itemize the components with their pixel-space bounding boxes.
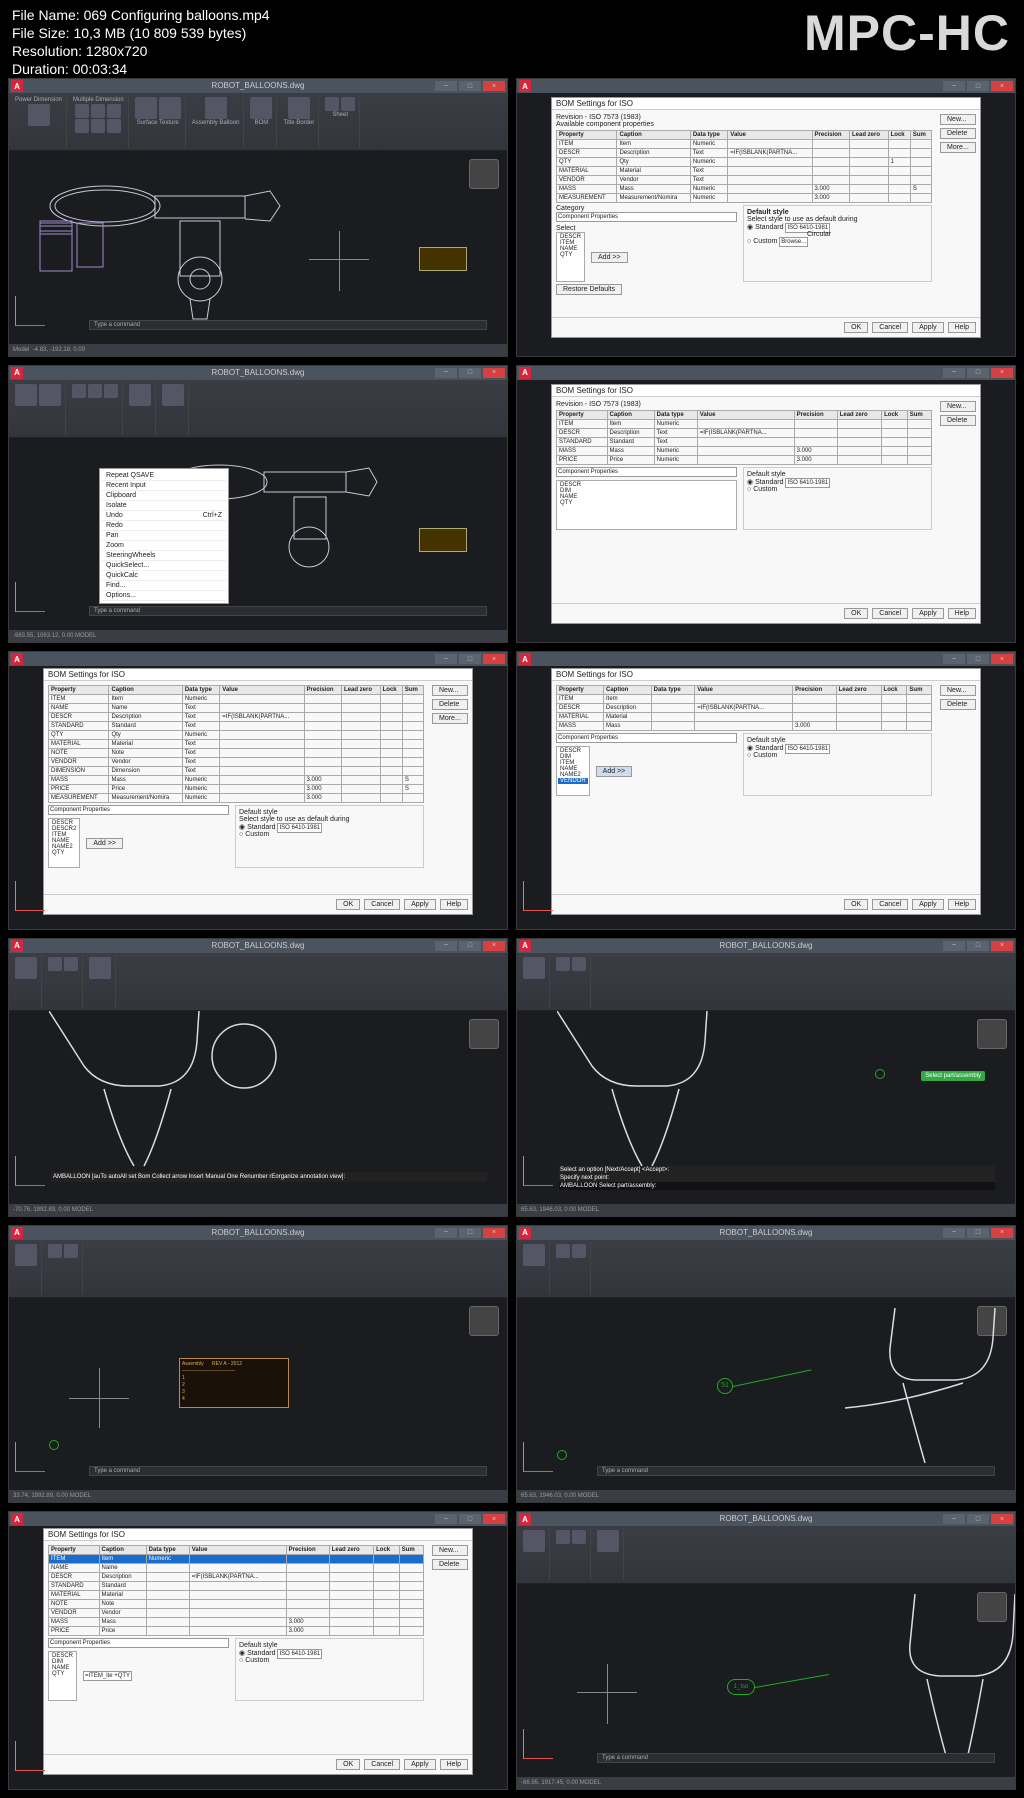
thumb-12: AROBOT_BALLOONS.dwg−□× 1_Iso Type a comm… bbox=[516, 1511, 1016, 1790]
tooltip: Select part/assembly bbox=[921, 1071, 985, 1081]
maximize-button[interactable]: □ bbox=[459, 81, 481, 91]
resolution: Resolution: 1280x720 bbox=[12, 42, 270, 60]
annotation-block: Assembly REV A - 2012───────────────1234 bbox=[179, 1358, 289, 1408]
delete-button[interactable]: Delete bbox=[940, 128, 976, 139]
minimize-button[interactable]: − bbox=[435, 81, 457, 91]
new-button[interactable]: New... bbox=[940, 114, 976, 125]
file-size: File Size: 10,3 MB (10 809 539 bytes) bbox=[12, 24, 270, 42]
thumbnail-grid: AROBOT_BALLOONS.dwg−□× Power Dimension M… bbox=[8, 78, 1016, 1790]
thumb-8: AROBOT_BALLOONS.dwg−□× Select part/assem… bbox=[516, 938, 1016, 1217]
properties-table[interactable]: PropertyCaptionData typeValuePrecisionLe… bbox=[556, 130, 932, 203]
add-button[interactable]: Add >> bbox=[591, 252, 628, 263]
balloon-51[interactable]: 51 bbox=[717, 1378, 733, 1394]
thumb-5: A−□× BOM Settings for ISO PropertyCaptio… bbox=[8, 651, 508, 930]
thumb-11: A−□× BOM Settings for ISO PropertyCaptio… bbox=[8, 1511, 508, 1790]
watermark: MPC-HC bbox=[804, 4, 1010, 62]
restore-button[interactable]: Restore Defaults bbox=[556, 284, 622, 295]
ribbon: Power Dimension Multiple Dimension Surfa… bbox=[9, 93, 507, 151]
more-button[interactable]: More... bbox=[940, 142, 976, 153]
balloon-iso[interactable]: 1_Iso bbox=[727, 1679, 755, 1695]
thumb-1: AROBOT_BALLOONS.dwg−□× Power Dimension M… bbox=[8, 78, 508, 357]
help-button[interactable]: Help bbox=[948, 322, 976, 333]
thumb-6: A−□× BOM Settings for ISO PropertyCaptio… bbox=[516, 651, 1016, 930]
file-name: File Name: 069 Configuring balloons.mp4 bbox=[12, 6, 270, 24]
thumb-7: AROBOT_BALLOONS.dwg−□× AMBALLOON [auTo a… bbox=[8, 938, 508, 1217]
command-line[interactable]: AMBALLOON [auTo autoAll set Bom Collect … bbox=[51, 1172, 487, 1182]
cad-drawing bbox=[25, 161, 305, 321]
thumb-2: A−□× BOM Settings for ISO Revision - ISO… bbox=[516, 78, 1016, 357]
ok-button[interactable]: OK bbox=[844, 322, 868, 333]
balloon-marker[interactable] bbox=[875, 1069, 885, 1079]
selected-item: VENDOR bbox=[558, 778, 588, 784]
view-cube[interactable] bbox=[469, 159, 499, 189]
duration: Duration: 00:03:34 bbox=[12, 60, 270, 78]
thumb-4: A−□× BOM Settings for ISO Revision - ISO… bbox=[516, 365, 1016, 644]
select-list[interactable]: DESCRITEMNAMEQTY bbox=[556, 232, 585, 282]
thumb-3: AROBOT_BALLOONS.dwg−□× Repeat QSAVE Rece… bbox=[8, 365, 508, 644]
thumb-10: AROBOT_BALLOONS.dwg−□× 51 Type a command… bbox=[516, 1225, 1016, 1504]
close-button[interactable]: × bbox=[483, 81, 505, 91]
app-icon: A bbox=[11, 80, 23, 92]
category-select[interactable]: Component Properties bbox=[556, 212, 737, 222]
cancel-button[interactable]: Cancel bbox=[872, 322, 908, 333]
apply-button[interactable]: Apply bbox=[912, 322, 944, 333]
thumb-9: AROBOT_BALLOONS.dwg−□× Assembly REV A - … bbox=[8, 1225, 508, 1504]
context-menu[interactable]: Repeat QSAVE Recent Input Clipboard Isol… bbox=[99, 468, 229, 604]
